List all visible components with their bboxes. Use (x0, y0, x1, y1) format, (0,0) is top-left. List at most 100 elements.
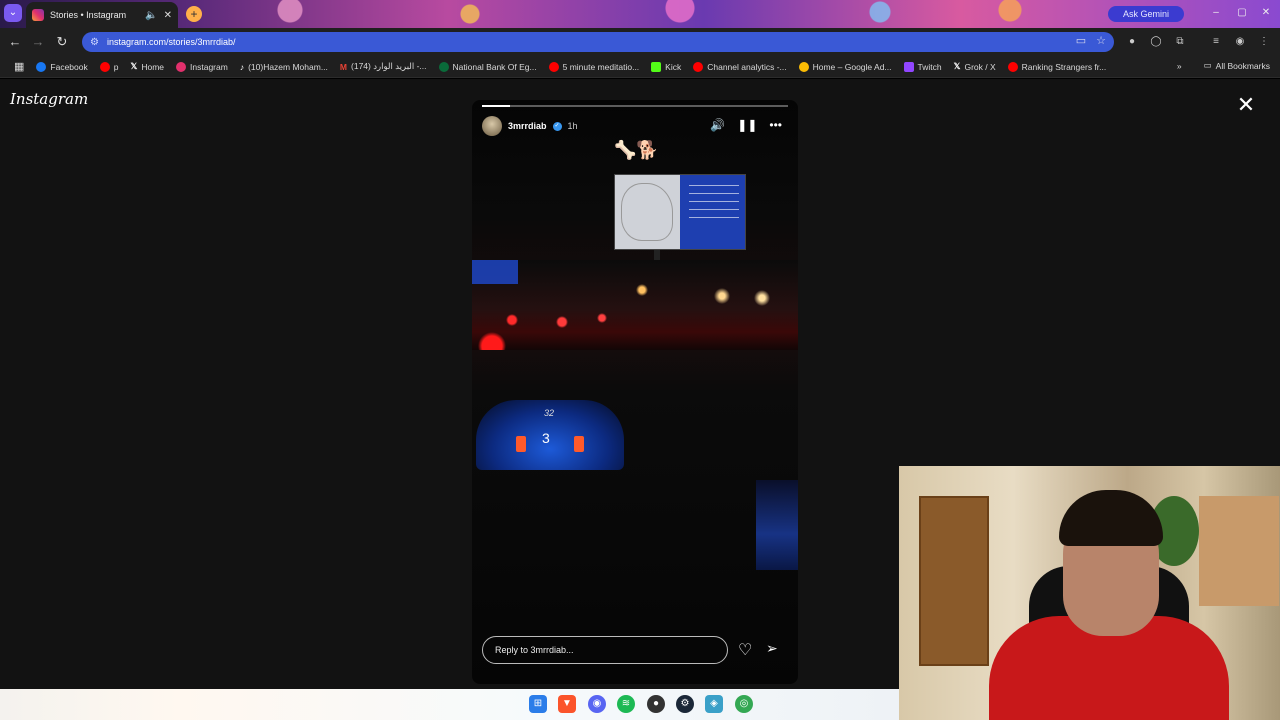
kick-icon (651, 61, 662, 72)
bookmark-ranking-strangers[interactable]: Ranking Strangers fr... (1002, 61, 1113, 72)
avatar[interactable] (482, 116, 502, 136)
like-heart-icon[interactable]: ♡ (738, 640, 752, 660)
rev-bar-left (516, 436, 526, 452)
bookmark-twitch[interactable]: Twitch (898, 61, 948, 72)
person-hair (1059, 490, 1163, 546)
taskbar (0, 689, 899, 720)
bookmark-tiktok[interactable]: ♪ (10)Hazem Moham... (234, 62, 334, 72)
reload-icon[interactable]: ↻ (52, 32, 72, 52)
verified-badge-icon: ✓ (552, 121, 562, 131)
reply-input[interactable]: Reply to 3mrrdiab... (482, 636, 728, 664)
maximize-icon[interactable]: ▢ (1232, 4, 1252, 22)
story-time: 1h (567, 121, 578, 131)
app-icon[interactable]: ◈ (705, 695, 723, 713)
url-text: instagram.com/stories/3mrrdiab/ (106, 37, 236, 47)
tab-title: Stories • Instagram (50, 10, 127, 20)
all-bookmarks-label: All Bookmarks (1215, 60, 1270, 71)
night-road-scene (472, 260, 798, 350)
bookmark-meditation[interactable]: 5 minute meditatio... (543, 61, 646, 72)
folder-icon: ▭ (1203, 60, 1212, 70)
extensions-puzzle-icon[interactable]: ⧉ (1172, 34, 1188, 50)
tab-search-icon[interactable]: ⌄ (4, 4, 22, 22)
brave-icon[interactable]: ▼ (558, 695, 576, 713)
bank-icon (438, 61, 449, 72)
bookmark-kick[interactable]: Kick (645, 61, 687, 72)
story-progress-bar (482, 105, 788, 107)
webcam-overlay (899, 466, 1280, 720)
door (919, 496, 989, 666)
send-direct-icon[interactable]: ➢ (766, 640, 778, 657)
twitch-icon (903, 61, 914, 72)
extension-icon[interactable]: ● (1124, 34, 1140, 50)
shelf (1199, 496, 1279, 606)
bookmark-nbe[interactable]: National Bank Of Eg... (433, 61, 543, 72)
bone-dog-sticker-icon: 🦴🐕 (614, 140, 659, 160)
facebook-icon (36, 61, 47, 72)
billboard-text (689, 185, 739, 225)
story-progress-fill (482, 105, 510, 107)
all-bookmarks-button[interactable]: » ▭ All Bookmarks (1177, 60, 1270, 71)
back-icon[interactable]: ← (5, 32, 25, 52)
active-tab[interactable]: Stories • Instagram 🔈 ✕ (26, 2, 178, 28)
horse-drawing (621, 183, 673, 241)
instagram-favicon-icon (32, 9, 44, 21)
tab-close-icon[interactable]: ✕ (164, 10, 172, 21)
instagram-logo[interactable]: Instagram (10, 90, 88, 108)
youtube-icon (1007, 61, 1018, 72)
speed-readout: 32 (544, 408, 555, 418)
pause-icon[interactable]: ❚❚ (737, 118, 757, 132)
obs-icon[interactable]: ● (647, 695, 665, 713)
x-icon: 𝕏 (130, 61, 138, 71)
infotainment-screen (756, 480, 798, 570)
story-header: 3mrrdiab ✓ 1h 🔊 ❚❚ ••• (482, 116, 788, 136)
forward-icon[interactable]: → (28, 32, 48, 52)
site-info-icon[interactable]: ⚙ (90, 37, 99, 48)
story-username[interactable]: 3mrrdiab (508, 121, 547, 131)
profile-avatar-icon[interactable]: ◉ (1232, 34, 1248, 50)
chevron-double-right-icon[interactable]: » (1177, 61, 1182, 71)
bookmark-grok[interactable]: 𝕏 Grok / X (948, 61, 1002, 72)
bookmark-star-icon[interactable]: ☆ (1096, 34, 1106, 47)
media-control-icon[interactable]: ≡ (1208, 34, 1224, 50)
rev-bar-right (574, 436, 584, 452)
gear-readout: 3 (542, 430, 550, 446)
steam-icon[interactable]: ⚙ (676, 695, 694, 713)
bookmark-facebook[interactable]: Facebook (30, 61, 93, 72)
tiktok-icon: ♪ (239, 61, 245, 72)
discord-icon[interactable]: ◉ (588, 695, 606, 713)
google-ads-icon (798, 61, 809, 72)
instrument-cluster: 32 3 (476, 400, 624, 470)
speaker-icon[interactable]: 🔈 (145, 10, 157, 21)
chrome-icon[interactable]: ◎ (735, 695, 753, 713)
youtube-icon (548, 61, 559, 72)
volume-icon[interactable]: 🔊 (710, 118, 725, 132)
bookmarks-bar: ▦ Facebook p 𝕏 Home Instagram ♪ (10)Hazem … (0, 56, 1280, 78)
ask-gemini-button[interactable]: Ask Gemini (1108, 6, 1184, 22)
x-icon: 𝕏 (953, 61, 961, 71)
story-viewer[interactable]: 3mrrdiab ✓ 1h 🔊 ❚❚ ••• 🦴🐕 32 3 Reply to … (472, 100, 798, 684)
address-bar[interactable]: ⚙ instagram.com/stories/3mrrdiab/ ▭ ☆ (82, 32, 1114, 52)
new-tab-button[interactable]: + (186, 6, 202, 22)
youtube-icon (99, 61, 110, 72)
bookmark-p[interactable]: p (94, 61, 125, 72)
profile-circle-icon[interactable]: ◯ (1148, 34, 1164, 50)
windows-start-icon[interactable]: ⊞ (529, 695, 547, 713)
bookmark-instagram[interactable]: Instagram (170, 61, 234, 72)
bookmark-gmail[interactable]: M (174) البريد الوارد -... (334, 61, 433, 72)
gmail-icon: M (339, 61, 348, 72)
apps-grid-icon[interactable]: ▦ (8, 60, 30, 73)
menu-kebab-icon[interactable]: ⋮ (1256, 34, 1272, 50)
cast-icon[interactable]: ▭ (1076, 34, 1086, 47)
close-story-icon[interactable]: ✕ (1234, 94, 1258, 118)
bookmark-google-ads[interactable]: Home – Google Ad... (793, 61, 898, 72)
bookmark-channel-analytics[interactable]: Channel analytics -... (687, 61, 792, 72)
spotify-icon[interactable]: ≋ (617, 695, 635, 713)
youtube-icon (693, 61, 704, 72)
bookmark-home[interactable]: 𝕏 Home (124, 61, 170, 72)
minimize-icon[interactable]: – (1206, 4, 1226, 22)
screen: ⌄ Stories • Instagram 🔈 ✕ + Ask Gemini –… (0, 0, 1280, 720)
billboard-image (614, 174, 746, 250)
instagram-icon (176, 61, 187, 72)
window-close-icon[interactable]: ✕ (1256, 4, 1276, 22)
more-options-icon[interactable]: ••• (769, 118, 782, 132)
